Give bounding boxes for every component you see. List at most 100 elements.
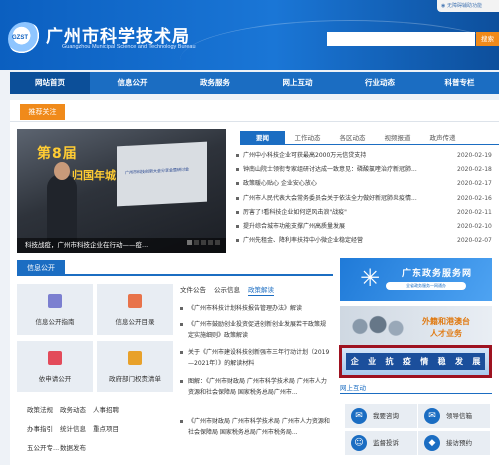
bullet-icon: [236, 210, 239, 214]
info-tile[interactable]: 依申请公开: [17, 341, 93, 392]
info-link[interactable]: 政务动态: [60, 404, 86, 414]
info-tile-label: 依申请公开: [38, 375, 72, 383]
gdzw-title: 广东政务服务网: [402, 269, 473, 279]
doc-title[interactable]: 《广州市科技计划科技报告管理办法》解读: [180, 303, 330, 314]
search-button[interactable]: 搜索: [476, 32, 499, 46]
slide-projection-screen: 广州市科技创新大会分享会暨研讨会: [117, 141, 207, 207]
talent-banner[interactable]: 外籍和港澳台 人才业务: [340, 306, 492, 348]
nav-item[interactable]: 信息公开: [90, 72, 175, 94]
epidemic-char: 抗: [385, 357, 394, 366]
news-tab[interactable]: 工作动态: [285, 131, 330, 144]
info-tile[interactable]: 政府部门权责清单: [97, 341, 173, 392]
doc-title[interactable]: 《广州市财政局 广州市科学技术局 广州市人力资源和社会保障局 国家税务总局广州市…: [180, 416, 330, 438]
info-link[interactable]: 办事指引: [27, 423, 53, 433]
news-item[interactable]: 政策暖心贴心 企业安心放心 2020-02-17: [232, 177, 499, 191]
bullet-icon: [180, 351, 183, 354]
bullet-icon: [180, 307, 183, 310]
news-item[interactable]: 厉害了!看科技企业如何逆风击浪"战疫" 2020-02-11: [232, 206, 499, 220]
news-date: 2020-02-07: [457, 237, 492, 245]
bullet-icon: [236, 239, 239, 243]
news-item[interactable]: 广州中小科技企业可获最高2000万元信贷支持 2020-02-19: [232, 149, 499, 163]
info-tile[interactable]: 信息公开指南: [17, 284, 93, 335]
info-link[interactable]: 人事招聘: [93, 404, 119, 414]
nav-item[interactable]: 行业动态: [340, 72, 420, 94]
nav-item[interactable]: 网站首页: [10, 72, 90, 94]
mailbox-icon: ✉: [424, 408, 440, 424]
info-link[interactable]: 重点项目: [93, 423, 119, 433]
service-label: 监督投诉: [373, 439, 399, 447]
info-link[interactable]: 数据发布: [60, 442, 86, 452]
bullet-icon: [236, 196, 239, 200]
epidemic-char: 发: [454, 357, 463, 366]
doc-item[interactable]: 《广州市科技计划科技报告管理办法》解读: [180, 303, 330, 314]
service-button[interactable]: ✉ 我要咨询: [345, 404, 417, 428]
epidemic-char: 展: [472, 357, 481, 366]
epidemic-banner[interactable]: 企业抗疫情稳发展: [339, 345, 492, 378]
doc-title[interactable]: 图解：《广州市财政局 广州市科学技术局 广州市人力资源和社会保障局 国家税务总局…: [180, 376, 330, 398]
bullet-icon: [236, 154, 239, 157]
service-button[interactable]: ◆ 接访预约: [418, 431, 490, 455]
info-tile-label: 政府部门权责清单: [109, 375, 161, 383]
nav-item[interactable]: 科普专栏: [420, 72, 499, 94]
service-label: 领导信箱: [446, 412, 472, 420]
info-tile[interactable]: 信息公开目录: [97, 284, 173, 335]
service-button[interactable]: ✉ 领导信箱: [418, 404, 490, 428]
news-date: 2020-02-11: [457, 208, 492, 216]
news-item[interactable]: 钟南山院士领衔专家组研讨达成一致意见：磷酸氯喹治疗新冠肺... 2020-02-1…: [232, 163, 499, 177]
info-link[interactable]: 政策法规: [27, 404, 53, 414]
doc-item[interactable]: 《广州市鼓励创业投资促进创新创业发展若干政策规定实施细则》政策解读: [180, 319, 330, 341]
news-title[interactable]: 钟南山院士领衔专家组研讨达成一致意见：磷酸氯喹治疗新冠肺...: [243, 163, 448, 177]
gdzw-banner[interactable]: ✳ 广东政务服务网 全省政务服务一网通办: [340, 258, 492, 301]
info-tile-label: 信息公开指南: [35, 318, 75, 326]
slide-caption[interactable]: 科技战疫，广州市科技企业在行动——疫...: [17, 238, 226, 253]
news-title[interactable]: 广州市人民代表大会常务委员会关于依法全力做好新冠肺炎疫情...: [243, 192, 448, 206]
bullet-icon: [236, 182, 239, 186]
service-button[interactable]: ☺ 监督投诉: [345, 431, 417, 455]
bullet-icon: [180, 380, 183, 383]
doc-tab[interactable]: 政策解读: [248, 284, 274, 296]
doc-tab[interactable]: 公示信息: [214, 284, 240, 296]
logo-text: GZST: [12, 35, 28, 41]
search-input[interactable]: [327, 32, 475, 46]
doc-item[interactable]: 图解：《广州市财政局 广州市科学技术局 广州市人力资源和社会保障局 国家税务总局…: [180, 376, 330, 398]
screen-text: 广州市科技创新大会分享会暨研讨会: [125, 166, 189, 175]
info-link[interactable]: 五公开专...: [27, 442, 59, 452]
complaint-icon: ☺: [351, 435, 367, 451]
doc-title[interactable]: 《广州市鼓励创业投资促进创新创业发展若干政策规定实施细则》政策解读: [180, 319, 330, 341]
news-tab[interactable]: 视频报道: [375, 131, 420, 144]
accessibility-label: 无障碍辅助功能: [446, 3, 482, 9]
doc-title[interactable]: 关于《广州市建设科技创新强市三年行动计划（2019—2021年）》的解读材料: [180, 347, 330, 369]
bullet-icon: [180, 420, 183, 423]
site-logo[interactable]: GZST: [8, 22, 42, 56]
talent-line-2: 人才业务: [430, 329, 462, 338]
epidemic-char: 稳: [437, 357, 446, 366]
news-title[interactable]: 厉害了!看科技企业如何逆风击浪"战疫": [243, 206, 448, 220]
news-date: 2020-02-10: [457, 223, 492, 230]
news-tab[interactable]: 要闻: [240, 131, 285, 144]
info-tile-icon: [128, 294, 142, 308]
news-tabs: 要闻 工作动态 各区动态 视频报道 政声传递: [240, 131, 499, 145]
doc-item[interactable]: 关于《广州市建设科技创新强市三年行动计划（2019—2021年）》的解读材料: [180, 347, 330, 369]
news-title[interactable]: 提升综合城市功能支撑广州高质量发展: [243, 220, 448, 234]
news-date: 2020-02-17: [457, 180, 492, 188]
bullet-icon: [236, 225, 239, 228]
accessibility-link[interactable]: ◉ 无障碍辅助功能: [437, 0, 499, 12]
epidemic-char: 情: [420, 357, 429, 366]
doc-item[interactable]: 《广州市财政局 广州市科学技术局 广州市人力资源和社会保障局 国家税务总局广州市…: [180, 416, 330, 438]
epidemic-char: 业: [368, 357, 377, 366]
news-tab[interactable]: 政声传递: [420, 131, 465, 144]
doc-tab[interactable]: 文件公告: [180, 284, 206, 296]
featured-slideshow[interactable]: 第8届 归国年城 广州市科技创新大会分享会暨研讨会: [17, 129, 226, 253]
news-title[interactable]: 政策暖心贴心 企业安心放心: [243, 177, 448, 191]
news-tab[interactable]: 各区动态: [330, 131, 375, 144]
news-item[interactable]: 提升综合城市功能支撑广州高质量发展 2020-02-10: [232, 220, 499, 234]
news-title[interactable]: 广州先租金、降利率扶持中小微企业稳定经营: [243, 234, 448, 248]
info-link[interactable]: 统计信息: [60, 423, 86, 433]
news-item[interactable]: 广州市人民代表大会常务委员会关于依法全力做好新冠肺炎疫情... 2020-02-1…: [232, 192, 499, 206]
news-item[interactable]: 广州先租金、降利率扶持中小微企业稳定经营 2020-02-07: [232, 234, 499, 248]
news-title[interactable]: 广州中小科技企业可获最高2000万元信贷支持: [243, 149, 448, 163]
info-public-label: 信息公开: [17, 260, 65, 276]
nav-item[interactable]: 网上互动: [255, 72, 340, 94]
nav-item[interactable]: 政务服务: [175, 72, 255, 94]
epidemic-char: 疫: [402, 357, 411, 366]
